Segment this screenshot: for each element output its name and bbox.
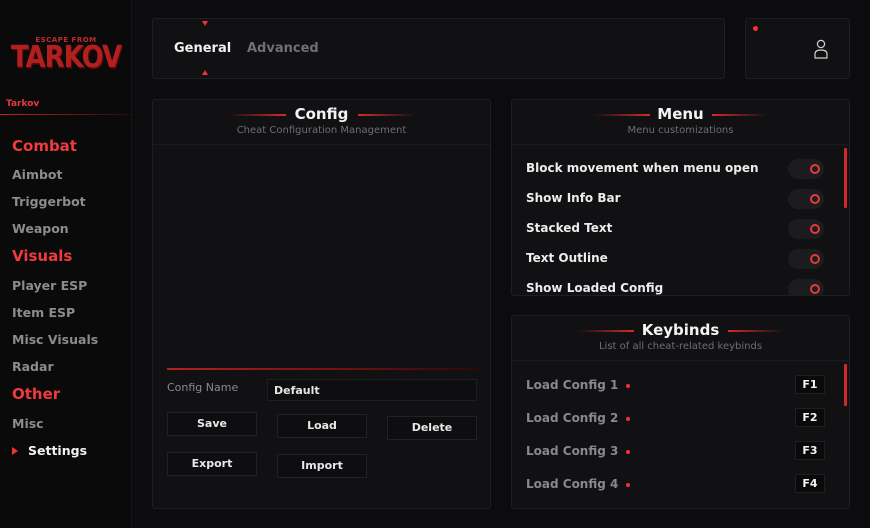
keybind-dot (626, 383, 631, 388)
keybind-key[interactable]: F1 (795, 375, 825, 394)
option-show-loaded-config-toggle[interactable] (788, 279, 824, 295)
keybinds-panel: Keybinds List of all cheat-related keybi… (511, 315, 850, 509)
sidebar-item-weapon[interactable]: Weapon (12, 215, 98, 242)
keybind-label: Load Config 2 (526, 411, 619, 425)
menu-header: Menu Menu customizations (512, 100, 849, 145)
keybinds-title: Keybinds (641, 321, 720, 339)
sidebar-item-misc-visuals[interactable]: Misc Visuals (12, 326, 98, 353)
nav-group-other: Other (12, 385, 61, 403)
game-label: Tarkov (6, 99, 40, 109)
sidebar-item-misc[interactable]: Misc (12, 410, 98, 437)
game-label-underline (0, 114, 132, 115)
option-stacked-text-label: Stacked Text (526, 221, 613, 235)
status-dot (753, 26, 758, 31)
config-title: Config (294, 105, 349, 123)
nav-group-combat: Combat (12, 137, 77, 155)
menu-title: Menu (657, 105, 704, 123)
sidebar-item-triggerbot[interactable]: Triggerbot (12, 188, 98, 215)
option-show-loaded-config-label: Show Loaded Config (526, 281, 664, 295)
option-block-movement-label: Block movement when menu open (526, 161, 759, 175)
keybind-dot (626, 416, 631, 421)
keybind-label: Load Config 4 (526, 477, 619, 491)
sidebar-item-item-esp[interactable]: Item ESP (12, 299, 98, 326)
delete-button[interactable]: Delete (387, 416, 477, 440)
toggle-knob (810, 164, 820, 174)
title-line-right (712, 114, 768, 116)
import-button[interactable]: Import (277, 454, 367, 478)
config-name-label: Config Name (167, 381, 239, 394)
save-button[interactable]: Save (167, 412, 257, 436)
sidebar-item-aimbot[interactable]: Aimbot (12, 161, 98, 188)
sidebar-nav: Combat Aimbot Triggerbot Weapon Visuals … (12, 136, 98, 464)
toggle-knob (810, 284, 820, 294)
keybind-label: Load Config 3 (526, 444, 619, 458)
option-block-movement-toggle[interactable] (788, 159, 824, 179)
logo-main-text: TARKOV (10, 40, 122, 76)
tarkov-logo: ESCAPE FROM TARKOV (11, 36, 122, 80)
keybinds-scrollbar[interactable] (844, 364, 847, 406)
menu-subtitle: Menu customizations (627, 125, 734, 136)
option-stacked-text-toggle[interactable] (788, 219, 824, 239)
config-panel: Config Cheat Configuration Management Co… (152, 99, 491, 509)
export-button[interactable]: Export (167, 452, 257, 476)
keybinds-header: Keybinds List of all cheat-related keybi… (512, 316, 849, 361)
config-header: Config Cheat Configuration Management (153, 100, 490, 145)
toggle-knob (810, 254, 820, 264)
keybind-row: Load Config 2 (526, 411, 631, 425)
sidebar-item-settings-label: Settings (28, 443, 88, 458)
sidebar-item-player-esp[interactable]: Player ESP (12, 272, 98, 299)
config-list[interactable] (153, 146, 490, 366)
triangle-right-icon (12, 447, 18, 455)
menu-panel: Menu Menu customizations Block movement … (511, 99, 850, 296)
keybind-row: Load Config 3 (526, 444, 631, 458)
title-line-right (358, 114, 416, 116)
menu-scrollbar[interactable] (844, 148, 847, 208)
option-text-outline-toggle[interactable] (788, 249, 824, 269)
tab-general[interactable]: General (174, 41, 231, 56)
toggle-knob (810, 194, 820, 204)
sidebar-item-radar[interactable]: Radar (12, 353, 98, 380)
keybind-key[interactable]: F4 (795, 474, 825, 493)
title-line-right (728, 330, 784, 332)
tab-active-marker-bottom (202, 70, 208, 75)
sidebar-item-settings[interactable]: Settings (12, 437, 98, 464)
keybind-dot (626, 482, 631, 487)
keybinds-subtitle: List of all cheat-related keybinds (598, 341, 763, 352)
toggle-knob (810, 224, 820, 234)
tab-advanced[interactable]: Advanced (247, 41, 319, 56)
user-panel (745, 18, 850, 79)
keybind-label: Load Config 1 (526, 378, 619, 392)
option-text-outline-label: Text Outline (526, 251, 608, 265)
load-button[interactable]: Load (277, 414, 367, 438)
tab-active-marker-top (202, 21, 208, 26)
user-icon[interactable] (814, 39, 828, 59)
keybind-dot (626, 449, 631, 454)
option-show-info-bar-toggle[interactable] (788, 189, 824, 209)
option-show-info-bar-label: Show Info Bar (526, 191, 621, 205)
sidebar: ESCAPE FROM TARKOV Tarkov Combat Aimbot … (0, 0, 132, 528)
keybind-key[interactable]: F3 (795, 441, 825, 460)
config-subtitle: Cheat Configuration Management (236, 125, 407, 136)
keybind-row: Load Config 4 (526, 477, 631, 491)
keybind-row: Load Config 1 (526, 378, 631, 392)
keybind-key[interactable]: F2 (795, 408, 825, 427)
config-name-input[interactable] (267, 379, 477, 401)
tab-bar: General Advanced (152, 18, 725, 79)
nav-group-visuals: Visuals (12, 247, 73, 265)
config-divider (167, 368, 483, 370)
